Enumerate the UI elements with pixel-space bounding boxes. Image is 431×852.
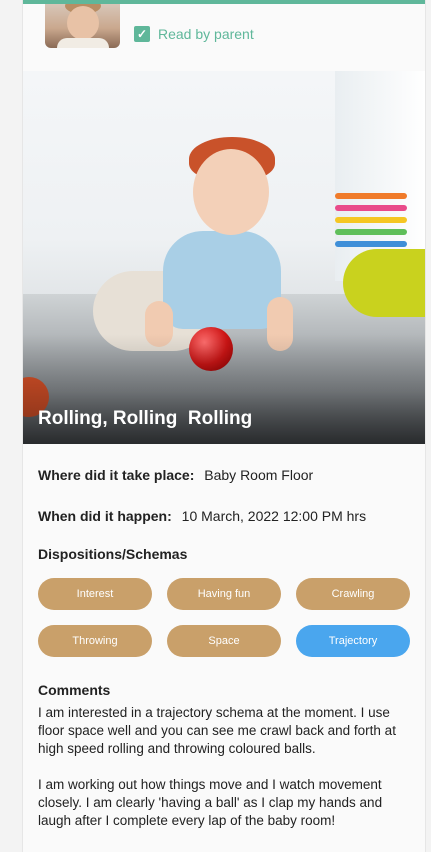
read-status: ✓ Read by parent bbox=[134, 24, 254, 44]
chip-interest[interactable]: Interest bbox=[38, 578, 152, 610]
comment-paragraph: I am working out how things move and I w… bbox=[38, 777, 383, 828]
child-avatar[interactable] bbox=[45, 4, 120, 48]
when-value: 10 March, 2022 12:00 PM hrs bbox=[181, 508, 367, 524]
observation-card: ✓ Read by parent Rolling, Rolling Rollin… bbox=[22, 0, 426, 852]
comments-title: Comments bbox=[38, 682, 111, 698]
dispositions-title: Dispositions/Schemas bbox=[38, 546, 188, 562]
when-label: When did it happen: bbox=[38, 508, 172, 524]
photo-green-cushion bbox=[343, 249, 425, 317]
read-status-label: Read by parent bbox=[158, 26, 254, 42]
observation-title: Rolling, Rolling Rolling bbox=[38, 408, 253, 429]
checkbox-checked-icon: ✓ bbox=[134, 26, 150, 42]
avatar-face bbox=[67, 6, 99, 40]
chip-throwing[interactable]: Throwing bbox=[38, 625, 152, 657]
chip-trajectory[interactable]: Trajectory bbox=[296, 625, 410, 657]
where-row: Where did it take place: Baby Room Floor bbox=[38, 467, 313, 483]
observation-header: ✓ Read by parent bbox=[23, 4, 425, 62]
where-label: Where did it take place: bbox=[38, 467, 195, 483]
comments-body: I am interested in a trajectory schema a… bbox=[38, 704, 413, 848]
when-row: When did it happen: 10 March, 2022 12:00… bbox=[38, 508, 366, 524]
photo-baby-head bbox=[193, 149, 269, 235]
chip-having-fun[interactable]: Having fun bbox=[167, 578, 281, 610]
where-value: Baby Room Floor bbox=[204, 467, 314, 483]
avatar-shirt bbox=[57, 38, 109, 48]
observation-photo[interactable]: Rolling, Rolling Rolling bbox=[23, 71, 425, 444]
chip-crawling[interactable]: Crawling bbox=[296, 578, 410, 610]
comment-paragraph: I am interested in a trajectory schema a… bbox=[38, 705, 396, 756]
chip-space[interactable]: Space bbox=[167, 625, 281, 657]
photo-baby-body bbox=[163, 231, 281, 329]
